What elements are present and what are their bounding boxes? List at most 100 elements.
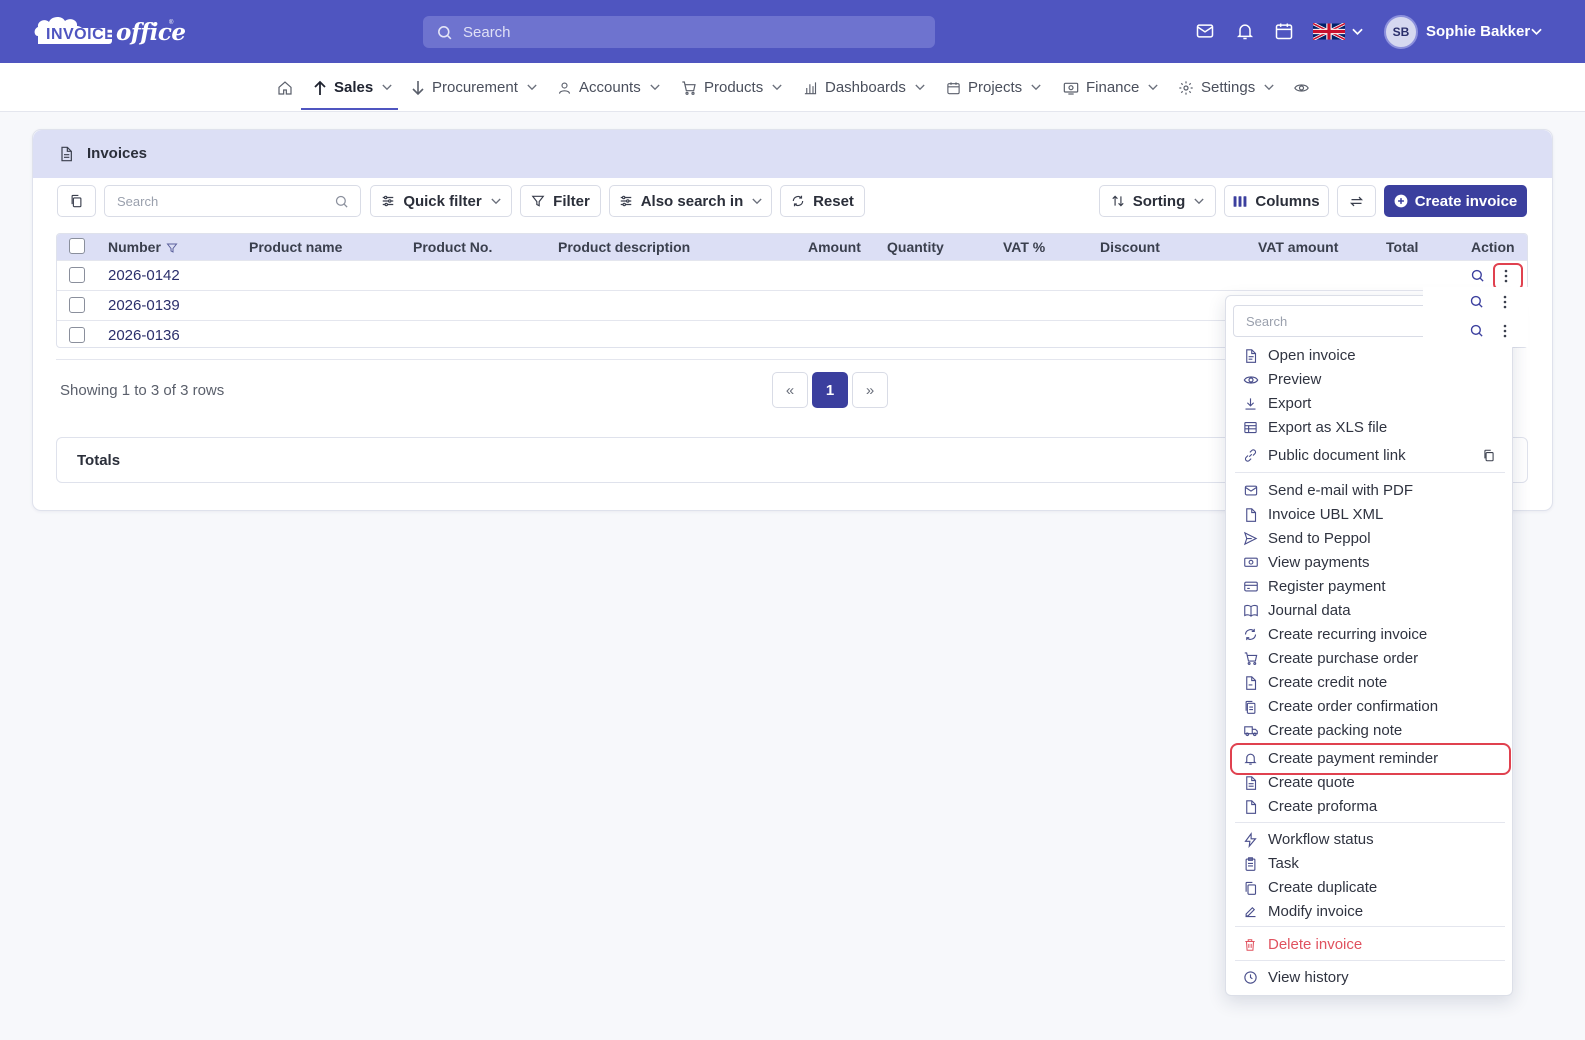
menu-item-ubl-xml[interactable]: Invoice UBL XML: [1226, 503, 1512, 527]
uk-flag-icon[interactable]: [1313, 23, 1345, 40]
global-search[interactable]: [423, 16, 935, 48]
nav-dashboards[interactable]: Dashboards: [803, 63, 925, 112]
chevron-down-icon[interactable]: [1352, 28, 1363, 36]
invoice-number[interactable]: 2026-0136: [108, 327, 180, 344]
nav-products[interactable]: Products: [681, 63, 782, 112]
nav-sales[interactable]: Sales: [313, 63, 392, 112]
menu-item-packing-note[interactable]: Create packing note: [1226, 719, 1512, 743]
column-header-quantity[interactable]: Quantity: [887, 239, 944, 255]
filter-icon[interactable]: [166, 242, 178, 254]
select-all-checkbox[interactable]: [69, 238, 85, 254]
search-icon[interactable]: [1469, 323, 1484, 338]
prev-page-button[interactable]: «: [772, 372, 808, 408]
quick-filter-button[interactable]: Quick filter: [370, 185, 512, 217]
chevron-down-icon[interactable]: [1531, 28, 1542, 36]
row-checkbox[interactable]: [69, 327, 85, 343]
link-icon: [1244, 449, 1257, 462]
menu-item-create-proforma[interactable]: Create proforma: [1226, 795, 1512, 819]
search-icon[interactable]: [1469, 294, 1484, 309]
invoiceoffice-logo[interactable]: INVOICE office ®: [32, 14, 186, 50]
menu-item-credit-note[interactable]: Create credit note: [1226, 671, 1512, 695]
menu-item-journal-data[interactable]: Journal data: [1226, 599, 1512, 623]
nav-projects[interactable]: Projects: [946, 63, 1041, 112]
more-vertical-icon[interactable]: [1497, 323, 1513, 339]
menu-item-send-peppol[interactable]: Send to Peppol: [1226, 527, 1512, 551]
reset-button[interactable]: Reset: [780, 185, 865, 217]
menu-item-register-payment[interactable]: Register payment: [1226, 575, 1512, 599]
also-search-in-button[interactable]: Also search in: [609, 185, 772, 217]
row-checkbox[interactable]: [69, 267, 85, 283]
sorting-button[interactable]: Sorting: [1099, 185, 1216, 217]
arrow-up-icon: [314, 80, 326, 95]
chevron-down-icon: [752, 198, 762, 204]
menu-item-create-quote[interactable]: Create quote: [1226, 771, 1512, 795]
file-icon: [1246, 508, 1257, 522]
column-header-product-name[interactable]: Product name: [249, 239, 342, 255]
table-search-input[interactable]: [117, 186, 327, 216]
column-header-product-no[interactable]: Product No.: [413, 239, 492, 255]
invoice-number[interactable]: 2026-0142: [108, 267, 180, 284]
nav-visibility[interactable]: [1293, 63, 1310, 112]
logo-suffix: office: [116, 19, 186, 46]
eye-icon: [1294, 83, 1309, 92]
clipboard-icon: [1245, 857, 1256, 871]
nav-settings[interactable]: Settings: [1178, 63, 1274, 112]
column-header-total[interactable]: Total: [1386, 239, 1418, 255]
main-nav: Sales Procurement Accounts Products Dash…: [0, 63, 1585, 112]
search-icon: [438, 26, 452, 40]
calendar-icon[interactable]: [1274, 21, 1294, 41]
search-icon: [335, 195, 348, 208]
files-icon: [1245, 700, 1256, 714]
menu-item-export-xls[interactable]: Export as XLS file: [1226, 416, 1512, 440]
menu-item-open-invoice[interactable]: Open invoice: [1226, 344, 1512, 368]
menu-item-export[interactable]: Export: [1226, 392, 1512, 416]
search-icon[interactable]: [1470, 268, 1485, 283]
filter-button[interactable]: Filter: [520, 185, 601, 217]
menu-item-view-history[interactable]: View history: [1226, 966, 1512, 990]
column-header-vat-percent[interactable]: VAT %: [1003, 239, 1045, 255]
nav-finance[interactable]: Finance: [1063, 63, 1159, 112]
global-search-input[interactable]: [463, 16, 923, 48]
menu-item-delete-invoice[interactable]: Delete invoice: [1226, 933, 1512, 957]
menu-item-purchase-order[interactable]: Create purchase order: [1226, 647, 1512, 671]
edit-icon: [1245, 906, 1256, 918]
menu-item-recurring-invoice[interactable]: Create recurring invoice: [1226, 623, 1512, 647]
invoice-number[interactable]: 2026-0139: [108, 297, 180, 314]
nav-home[interactable]: [277, 63, 293, 112]
table-search[interactable]: [104, 185, 361, 217]
chevron-down-icon: [1031, 84, 1041, 91]
nav-procurement[interactable]: Procurement: [411, 63, 537, 112]
nav-accounts[interactable]: Accounts: [557, 63, 660, 112]
menu-item-send-email[interactable]: Send e-mail with PDF: [1226, 479, 1512, 503]
swap-button[interactable]: [1337, 185, 1376, 217]
table-row[interactable]: 2026-0142: [57, 260, 1527, 290]
column-header-number[interactable]: Number: [108, 239, 178, 255]
row-checkbox[interactable]: [69, 297, 85, 313]
copy-button[interactable]: [57, 185, 96, 217]
more-vertical-icon[interactable]: [1497, 294, 1513, 310]
menu-item-order-confirmation[interactable]: Create order confirmation: [1226, 695, 1512, 719]
menu-item-modify-invoice[interactable]: Modify invoice: [1226, 900, 1512, 924]
column-header-vat-amount[interactable]: VAT amount: [1258, 239, 1338, 255]
avatar[interactable]: SB: [1384, 15, 1418, 49]
create-invoice-button[interactable]: Create invoice: [1384, 185, 1527, 217]
menu-item-preview[interactable]: Preview: [1226, 368, 1512, 392]
menu-item-workflow-status[interactable]: Workflow status: [1226, 828, 1512, 852]
column-header-amount[interactable]: Amount: [808, 239, 861, 255]
menu-item-task[interactable]: Task: [1226, 852, 1512, 876]
mail-icon[interactable]: [1195, 21, 1215, 41]
column-header-discount[interactable]: Discount: [1100, 239, 1160, 255]
columns-button[interactable]: Columns: [1224, 185, 1329, 217]
menu-item-create-duplicate[interactable]: Create duplicate: [1226, 876, 1512, 900]
clock-icon: [1244, 971, 1257, 984]
page-button-current[interactable]: 1: [812, 372, 848, 408]
column-header-product-description[interactable]: Product description: [558, 239, 690, 255]
bell-icon[interactable]: [1235, 21, 1255, 41]
pagination-summary: Showing 1 to 3 of 3 rows: [60, 382, 225, 399]
clipboard-icon[interactable]: [1482, 448, 1496, 463]
row-actions-overlay: [1423, 287, 1528, 347]
user-name[interactable]: Sophie Bakker: [1426, 23, 1530, 40]
menu-item-public-link[interactable]: Public document link: [1226, 444, 1512, 468]
menu-item-view-payments[interactable]: View payments: [1226, 551, 1512, 575]
next-page-button[interactable]: »: [852, 372, 888, 408]
